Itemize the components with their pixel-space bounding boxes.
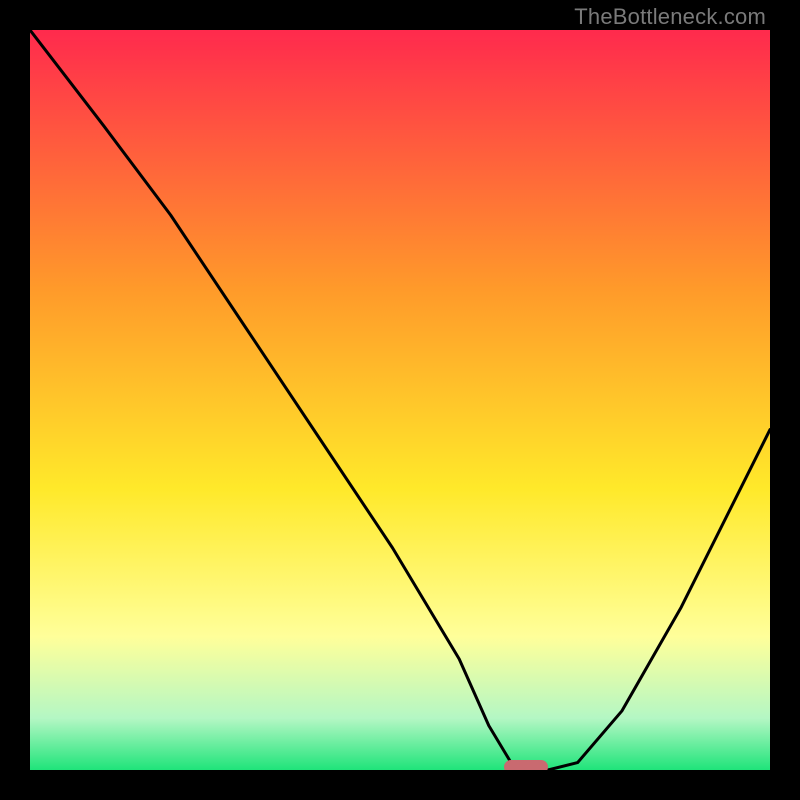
watermark-text: TheBottleneck.com — [574, 4, 766, 30]
bottleneck-curve — [30, 30, 770, 770]
plot-frame-right — [770, 0, 800, 800]
plot-area — [30, 30, 770, 770]
optimal-marker — [504, 760, 548, 770]
plot-frame-left — [0, 0, 30, 800]
plot-frame-bottom — [0, 770, 800, 800]
